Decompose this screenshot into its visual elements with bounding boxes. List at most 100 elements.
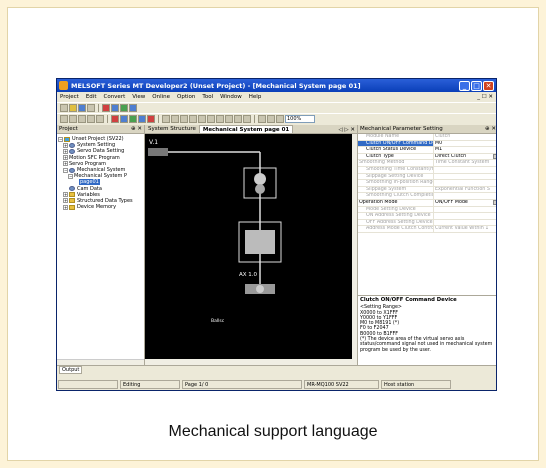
property-value[interactable]: Direct Clutch	[433, 153, 496, 160]
property-value[interactable]	[433, 173, 496, 180]
property-row[interactable]: Module Name Clutch	[358, 134, 496, 141]
monitor-icon[interactable]	[129, 104, 137, 112]
link-tool-icon[interactable]	[234, 115, 242, 123]
menu-online[interactable]: Online	[152, 94, 170, 100]
collapse-icon[interactable]: −	[63, 167, 68, 173]
tool-d-icon[interactable]	[138, 115, 146, 123]
tree-item[interactable]: + Structured Data Types	[58, 198, 143, 204]
property-row[interactable]: Slippage Setting Device	[358, 173, 496, 181]
collapse-icon[interactable]: −	[68, 173, 73, 179]
new-icon[interactable]	[60, 104, 68, 112]
collapse-icon[interactable]: −	[58, 136, 63, 142]
tree-item[interactable]: + Device Memory	[58, 204, 143, 210]
dropdown-arrow-icon[interactable]	[493, 199, 496, 205]
menu-project[interactable]: Project	[60, 94, 79, 100]
roller-tool-icon[interactable]	[207, 115, 215, 123]
property-value[interactable]: M0	[433, 140, 496, 147]
save-icon[interactable]	[78, 104, 86, 112]
output-tab[interactable]: Output	[59, 366, 83, 374]
property-row[interactable]: Address Mode Clutch Control Current Value…	[358, 226, 496, 233]
property-row[interactable]: Smoothing In-position Range	[358, 180, 496, 187]
branch-tool-icon[interactable]	[267, 115, 275, 123]
gear-tool-icon[interactable]	[162, 115, 170, 123]
paste-icon[interactable]	[78, 115, 86, 123]
property-value[interactable]: Current Value within 1	[433, 226, 496, 232]
mdi-controls[interactable]: _ ☐ ✕	[477, 94, 496, 100]
axis-tool-icon[interactable]	[243, 115, 251, 123]
expand-icon[interactable]: +	[63, 155, 68, 161]
tool-c-icon[interactable]	[129, 115, 137, 123]
property-value[interactable]: M1	[433, 147, 496, 153]
tab-controls[interactable]: ◁ ▷ ✕	[338, 127, 357, 133]
menu-window[interactable]: Window	[220, 94, 242, 100]
zoom-select[interactable]: 100%	[285, 115, 315, 123]
tab-system-structure[interactable]: System Structure	[145, 125, 199, 133]
cut-icon[interactable]	[60, 115, 68, 123]
tool-b-icon[interactable]	[120, 115, 128, 123]
verify-icon[interactable]	[120, 104, 128, 112]
virtual-servo-motor[interactable]	[148, 148, 168, 156]
minimize-button[interactable]: _	[459, 80, 470, 91]
redo-icon[interactable]	[96, 115, 104, 123]
property-row[interactable]: Mode Setting Device	[358, 206, 496, 214]
property-row[interactable]: Smoothing Time Constant(ms	[358, 166, 496, 174]
close-button[interactable]: ✕	[483, 80, 494, 91]
menu-help[interactable]: Help	[249, 94, 262, 100]
expand-icon[interactable]: +	[63, 161, 68, 167]
tool-a-icon[interactable]	[111, 115, 119, 123]
description-line: (*) The device area of the virtual servo…	[360, 337, 493, 353]
menu-convert[interactable]: Convert	[103, 94, 125, 100]
property-row[interactable]: Clutch Type Direct Clutch	[358, 153, 496, 161]
property-row[interactable]: Clutch ON/OFF Command DevicM0	[358, 140, 496, 148]
expand-icon[interactable]: +	[63, 198, 68, 204]
tool-e-icon[interactable]	[147, 115, 155, 123]
copy-icon[interactable]	[69, 115, 77, 123]
property-value[interactable]	[433, 180, 496, 186]
property-row[interactable]: Smoothing Method Time Constant System	[358, 160, 496, 167]
property-row[interactable]: Operation Mode ON/OFF Mode	[358, 199, 496, 207]
expand-icon[interactable]: +	[63, 192, 68, 198]
ballscrew-tool-icon[interactable]	[216, 115, 224, 123]
expand-icon[interactable]: +	[63, 142, 68, 148]
menu-tool[interactable]: Tool	[202, 94, 213, 100]
props-panel-controls[interactable]: ⊕ ✕	[485, 126, 496, 132]
property-value[interactable]	[433, 213, 496, 219]
menu-option[interactable]: Option	[177, 94, 195, 100]
maximize-button[interactable]: □	[471, 80, 482, 91]
property-value[interactable]: ON/OFF Mode	[433, 199, 496, 206]
property-row[interactable]: Slippage System Exponential Function S	[358, 186, 496, 194]
cam-tool-icon[interactable]	[180, 115, 188, 123]
property-value[interactable]: Exponential Function S	[433, 186, 496, 193]
table-tool-icon[interactable]	[225, 115, 233, 123]
motor-tool-icon[interactable]	[198, 115, 206, 123]
dropdown-arrow-icon[interactable]	[493, 153, 496, 159]
mechanical-canvas[interactable]: V.1 AX 1.0 Ballsc	[145, 134, 357, 359]
tab-mechanical-system-page[interactable]: Mechanical System page 01	[198, 125, 294, 133]
undo-icon[interactable]	[87, 115, 95, 123]
property-value[interactable]: Time Constant System	[433, 160, 496, 166]
shaft-tool-icon[interactable]	[189, 115, 197, 123]
property-value[interactable]	[433, 219, 496, 226]
expand-icon[interactable]: +	[63, 148, 68, 154]
project-panel-controls[interactable]: ⊕ ✕	[131, 126, 142, 132]
property-value[interactable]	[433, 166, 496, 173]
clutch-tool-icon[interactable]	[171, 115, 179, 123]
folder-icon	[69, 192, 75, 198]
property-row[interactable]: OFF Address Setting Device	[358, 219, 496, 227]
property-row[interactable]: Smoothing Clutch Completion	[358, 193, 496, 200]
align-tool-icon[interactable]	[258, 115, 266, 123]
open-icon[interactable]	[69, 104, 77, 112]
connect-tool-icon[interactable]	[276, 115, 284, 123]
print-icon[interactable]	[87, 104, 95, 112]
property-row[interactable]: ON Address Setting Device	[358, 213, 496, 220]
property-value[interactable]	[433, 206, 496, 213]
property-value[interactable]: Clutch	[433, 134, 496, 140]
write-icon[interactable]	[111, 104, 119, 112]
property-value[interactable]	[433, 193, 496, 199]
expand-icon[interactable]: +	[63, 204, 68, 210]
menu-view[interactable]: View	[132, 94, 145, 100]
read-icon[interactable]	[102, 104, 110, 112]
property-row[interactable]: Clutch Status Device M1	[358, 147, 496, 154]
menu-edit[interactable]: Edit	[86, 94, 97, 100]
status-page: Page 1/ 0	[182, 380, 302, 389]
